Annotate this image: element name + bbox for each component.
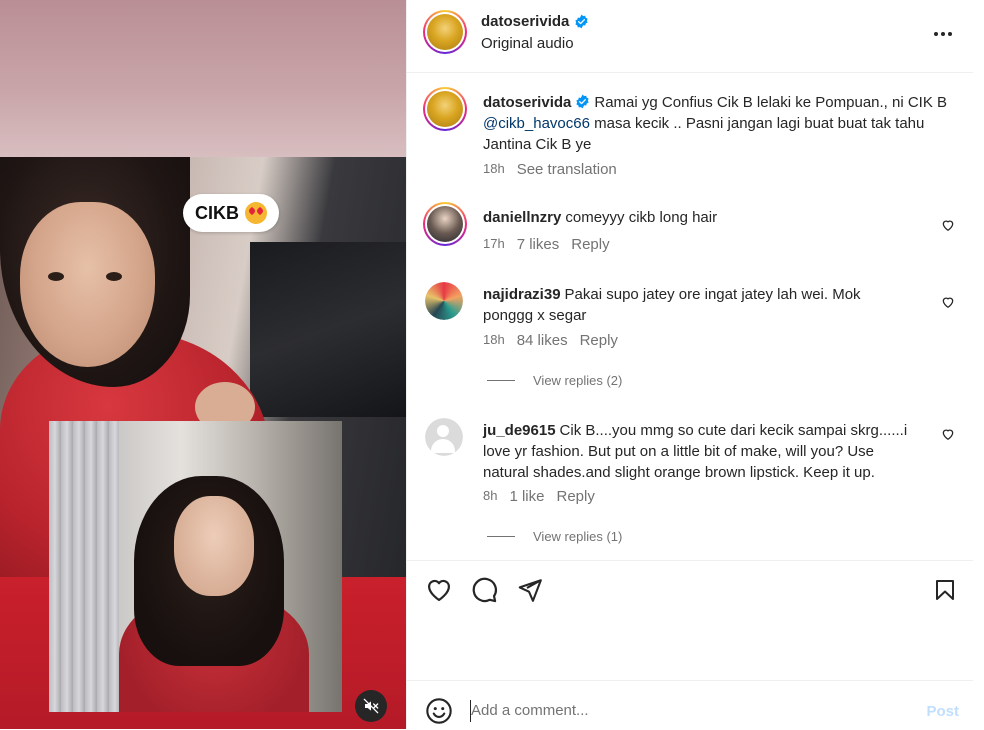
comment-username[interactable]: ju_de9615	[483, 422, 556, 439]
comment-text: ju_de9615 Cik B....you mmg so cute dari k…	[483, 420, 923, 483]
caption-body: Ramai yg Confius Cik B lelaki ke Pompuan…	[594, 94, 948, 111]
reply-button[interactable]: Reply	[580, 332, 618, 349]
like-comment-heart-icon[interactable]	[941, 218, 955, 232]
avatar[interactable]	[425, 282, 463, 320]
caption-username[interactable]: datoserivida	[483, 94, 571, 111]
avatar[interactable]	[423, 202, 467, 246]
child-face-image	[20, 202, 155, 367]
curtain-image	[49, 421, 119, 712]
keyboard-image	[250, 242, 406, 417]
comment-meta: 17h 7 likes Reply	[483, 236, 610, 253]
like-comment-heart-icon[interactable]	[941, 295, 955, 309]
cikb-sticker: CIKB	[183, 194, 279, 232]
heart-icon	[427, 579, 451, 602]
avatar[interactable]	[423, 10, 467, 54]
header-username[interactable]: datoserivida	[481, 13, 589, 30]
sticker-text: CIKB	[195, 202, 239, 223]
emoji-icon[interactable]	[425, 697, 453, 725]
caption-text: datoserivida Ramai yg Confius Cik B lela…	[483, 92, 953, 155]
comment-text: daniellnzry comeyyy cikb long hair	[483, 207, 923, 228]
timestamp[interactable]: 18h	[483, 161, 505, 178]
child-face-image	[174, 496, 254, 596]
verified-badge-icon	[576, 94, 589, 109]
default-avatar-icon	[425, 418, 463, 456]
likes-count[interactable]: 7 likes	[517, 236, 560, 253]
like-comment-heart-icon[interactable]	[941, 427, 955, 441]
inset-photo	[49, 421, 342, 712]
action-bar	[407, 560, 973, 621]
eye	[48, 272, 64, 281]
view-replies-label[interactable]: View replies (2)	[533, 373, 622, 388]
comment-button[interactable]	[470, 576, 498, 604]
avatar[interactable]	[425, 418, 463, 456]
timestamp[interactable]: 18h	[483, 332, 505, 349]
divider-line	[487, 536, 515, 537]
more-options-button[interactable]	[931, 22, 955, 46]
share-button[interactable]	[516, 576, 544, 604]
avatar-image	[427, 91, 463, 127]
avatar-ring	[425, 12, 465, 52]
divider-line	[487, 380, 515, 381]
view-replies-button[interactable]: View replies (1)	[487, 529, 622, 544]
verified-badge-icon	[575, 14, 588, 29]
view-replies-label[interactable]: View replies (1)	[533, 529, 622, 544]
eye	[106, 272, 122, 281]
comments-list[interactable]: datoserivida Ramai yg Confius Cik B lela…	[407, 73, 973, 559]
comment-meta: 8h 1 like Reply	[483, 488, 595, 505]
comment-meta: 18h 84 likes Reply	[483, 332, 618, 349]
post-side-panel: datoserivida Original audio datoserivida	[406, 0, 973, 729]
heart-eyes-emoji-icon	[245, 202, 267, 224]
post-media[interactable]: CIKB	[0, 0, 406, 729]
avatar[interactable]	[423, 87, 467, 131]
reply-button[interactable]: Reply	[557, 488, 595, 505]
share-icon	[518, 579, 542, 602]
likes-count[interactable]: 1 like	[509, 488, 544, 505]
comment-username[interactable]: daniellnzry	[483, 209, 561, 226]
username-text[interactable]: datoserivida	[481, 13, 569, 30]
reply-button[interactable]: Reply	[571, 236, 609, 253]
avatar-image	[427, 14, 463, 50]
comment-text: najidrazi39 Pakai supo jatey ore ingat ja…	[483, 284, 913, 326]
comment-username[interactable]: najidrazi39	[483, 286, 561, 303]
see-translation-button[interactable]: See translation	[517, 161, 617, 178]
avatar-ring	[425, 89, 465, 129]
timestamp[interactable]: 17h	[483, 236, 505, 253]
view-replies-button[interactable]: View replies (2)	[487, 373, 622, 388]
avatar-image	[427, 206, 463, 242]
save-button[interactable]	[931, 576, 959, 604]
speaker-muted-icon	[363, 698, 379, 714]
post-comment-button[interactable]: Post	[926, 703, 959, 720]
mention-link[interactable]: @cikb_havoc66	[483, 115, 590, 132]
timestamp[interactable]: 8h	[483, 488, 497, 505]
mute-button[interactable]	[355, 690, 387, 722]
likes-count[interactable]: 84 likes	[517, 332, 568, 349]
bookmark-icon	[936, 580, 954, 600]
post-header: datoserivida Original audio	[407, 0, 973, 73]
add-comment-input[interactable]	[469, 701, 893, 720]
more-horizontal-icon	[934, 32, 952, 36]
audio-link[interactable]: Original audio	[481, 35, 574, 52]
avatar-ring	[425, 204, 465, 244]
comment-icon	[472, 577, 497, 603]
caption-meta: 18h See translation	[483, 161, 617, 178]
add-comment-bar: Post	[407, 680, 973, 730]
like-button[interactable]	[425, 576, 453, 604]
avatar-image	[425, 282, 463, 320]
comment-body: comeyyy cikb long hair	[565, 209, 718, 226]
